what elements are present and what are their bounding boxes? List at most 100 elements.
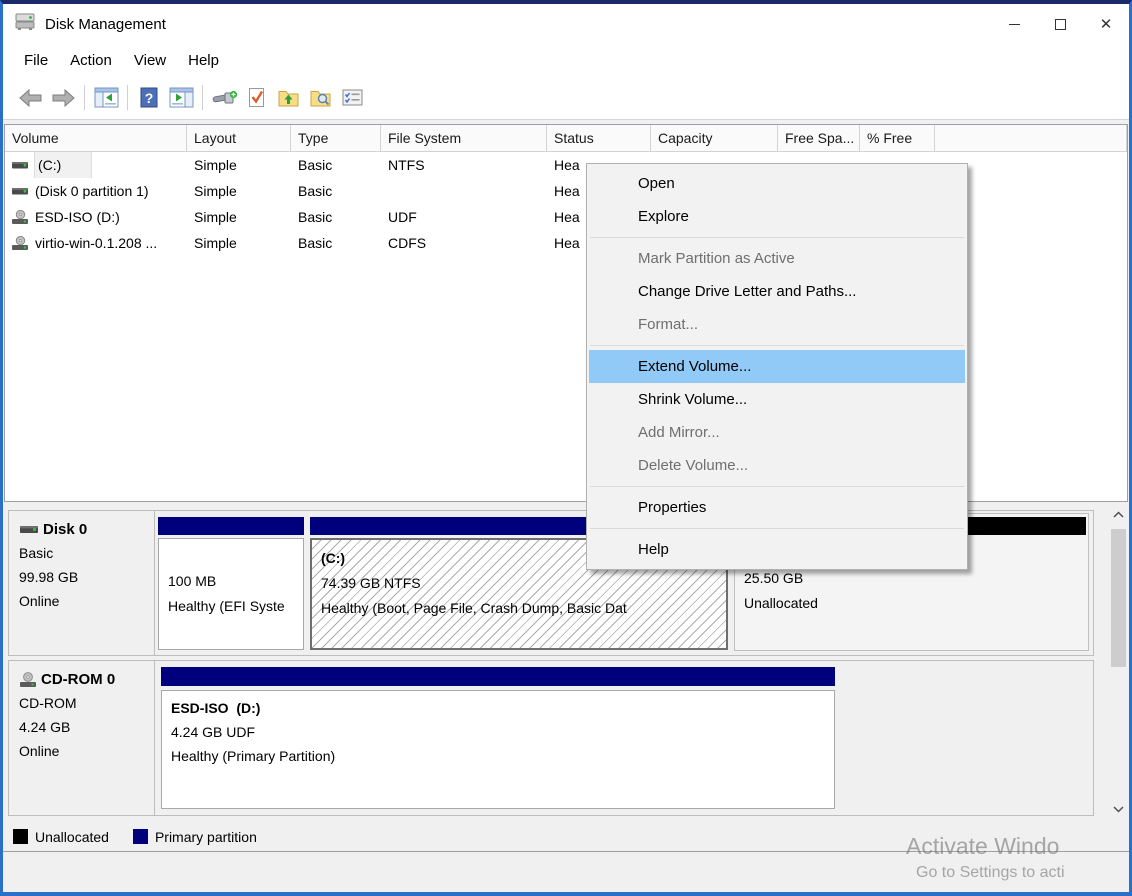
menu-file[interactable]: File bbox=[13, 47, 59, 74]
column-header-status[interactable]: Status bbox=[547, 125, 651, 152]
menu-item-properties[interactable]: Properties bbox=[589, 491, 965, 524]
status-bar bbox=[3, 852, 1129, 892]
maximize-button[interactable] bbox=[1037, 4, 1083, 44]
partition-status: Healthy (EFI Syste bbox=[168, 594, 299, 619]
show-action-pane-icon bbox=[169, 87, 194, 108]
file-system-cell bbox=[381, 178, 547, 204]
menu-item-help[interactable]: Help bbox=[589, 533, 965, 566]
scroll-up-button[interactable] bbox=[1110, 506, 1127, 523]
volume-name: virtio-win-0.1.208 ... bbox=[35, 230, 157, 256]
task-list-button[interactable] bbox=[336, 83, 368, 113]
folder-up-button[interactable] bbox=[272, 83, 304, 113]
toolbar-separator bbox=[84, 85, 85, 110]
minimize-icon bbox=[1009, 24, 1020, 25]
partition-size: 100 MB bbox=[168, 569, 299, 594]
chevron-down-icon bbox=[1113, 806, 1124, 813]
layout-cell: Simple bbox=[187, 178, 291, 204]
menu-action[interactable]: Action bbox=[59, 47, 123, 74]
maximize-icon bbox=[1055, 19, 1066, 30]
menu-view[interactable]: View bbox=[123, 47, 177, 74]
cd-volume-icon bbox=[11, 236, 29, 251]
hdd-volume-icon bbox=[11, 185, 29, 197]
primary-partition-band bbox=[161, 667, 835, 686]
vertical-scrollbar[interactable] bbox=[1110, 503, 1127, 821]
partition-esd-iso[interactable]: ESD-ISO (D:) 4.24 GB UDF Healthy (Primar… bbox=[158, 661, 838, 815]
forward-button[interactable] bbox=[47, 83, 79, 113]
close-icon: ✕ bbox=[1100, 17, 1113, 32]
cdrom0-name: CD-ROM 0 bbox=[41, 671, 115, 688]
menu-separator bbox=[590, 486, 964, 487]
column-header-volume[interactable]: Volume bbox=[5, 125, 187, 152]
unallocated-swatch bbox=[13, 829, 28, 844]
menu-item-change-drive-letter-and-paths[interactable]: Change Drive Letter and Paths... bbox=[589, 275, 965, 308]
disk0-name: Disk 0 bbox=[43, 521, 87, 538]
cdrom0-label-panel[interactable]: CD-ROM 0 CD-ROM 4.24 GB Online bbox=[9, 661, 155, 815]
volume-name: (C:) bbox=[35, 152, 91, 178]
column-header-type[interactable]: Type bbox=[291, 125, 381, 152]
partition-efi[interactable]: 100 MB Healthy (EFI Syste bbox=[155, 511, 307, 655]
disk0-size: 99.98 GB bbox=[19, 565, 154, 589]
legend-unallocated-label: Unallocated bbox=[35, 829, 109, 845]
hdd-icon bbox=[19, 523, 39, 536]
close-button[interactable]: ✕ bbox=[1083, 4, 1129, 44]
volume-name: ESD-ISO (D:) bbox=[35, 204, 120, 230]
help-icon: ? bbox=[138, 87, 160, 108]
check-disk-button[interactable] bbox=[240, 83, 272, 113]
help-button[interactable]: ? bbox=[133, 83, 165, 113]
volume-context-menu: Open Explore Mark Partition as Active Ch… bbox=[586, 163, 968, 570]
menu-item-open[interactable]: Open bbox=[589, 167, 965, 200]
minimize-button[interactable] bbox=[991, 4, 1037, 44]
menu-help[interactable]: Help bbox=[177, 47, 230, 74]
file-system-cell: CDFS bbox=[381, 230, 547, 256]
forward-icon bbox=[50, 87, 76, 109]
primary-partition-swatch bbox=[133, 829, 148, 844]
cd-rom-icon bbox=[19, 672, 37, 688]
file-system-cell: NTFS bbox=[381, 152, 547, 178]
toolbar-separator bbox=[127, 85, 128, 110]
cdrom0-row: CD-ROM 0 CD-ROM 4.24 GB Online ESD-ISO (… bbox=[8, 660, 1094, 816]
column-header-percent-free[interactable]: % Free bbox=[860, 125, 935, 152]
layout-cell: Simple bbox=[187, 152, 291, 178]
disk-management-window: Disk Management ✕ File Action View Help bbox=[0, 0, 1132, 896]
toolbar: ? bbox=[3, 76, 1129, 120]
menu-item-mark-partition-as-active: Mark Partition as Active bbox=[589, 242, 965, 275]
show-console-tree-icon bbox=[94, 87, 119, 108]
back-button[interactable] bbox=[15, 83, 47, 113]
column-header-free-space[interactable]: Free Spa... bbox=[778, 125, 860, 152]
menu-separator bbox=[590, 237, 964, 238]
volume-name: (Disk 0 partition 1) bbox=[35, 178, 149, 204]
cdrom0-size: 4.24 GB bbox=[19, 715, 154, 739]
type-cell: Basic bbox=[291, 152, 381, 178]
title-bar: Disk Management ✕ bbox=[3, 4, 1129, 44]
hdd-volume-icon bbox=[11, 159, 29, 171]
layout-cell: Simple bbox=[187, 230, 291, 256]
show-action-pane-button[interactable] bbox=[165, 83, 197, 113]
scroll-down-button[interactable] bbox=[1110, 801, 1127, 818]
partition-status: Healthy (Boot, Page File, Crash Dump, Ba… bbox=[321, 596, 722, 621]
layout-cell: Simple bbox=[187, 204, 291, 230]
partition-size: 74.39 GB NTFS bbox=[321, 571, 722, 596]
menu-item-extend-volume[interactable]: Extend Volume... bbox=[589, 350, 965, 383]
folder-search-button[interactable] bbox=[304, 83, 336, 113]
menu-item-add-mirror: Add Mirror... bbox=[589, 416, 965, 449]
disk0-label-panel[interactable]: Disk 0 Basic 99.98 GB Online bbox=[9, 511, 155, 655]
type-cell: Basic bbox=[291, 230, 381, 256]
menu-item-explore[interactable]: Explore bbox=[589, 200, 965, 233]
column-header-layout[interactable]: Layout bbox=[187, 125, 291, 152]
scrollbar-thumb[interactable] bbox=[1111, 529, 1126, 667]
toolbar-separator bbox=[202, 85, 203, 110]
menu-separator bbox=[590, 345, 964, 346]
check-document-icon bbox=[246, 87, 267, 108]
device-console-button[interactable] bbox=[208, 83, 240, 113]
column-header-filler bbox=[935, 125, 1127, 152]
folder-up-icon bbox=[277, 87, 300, 108]
show-console-tree-button[interactable] bbox=[90, 83, 122, 113]
cdrom0-kind: CD-ROM bbox=[19, 691, 154, 715]
column-header-file-system[interactable]: File System bbox=[381, 125, 547, 152]
disk0-status: Online bbox=[19, 589, 154, 613]
menu-separator bbox=[590, 528, 964, 529]
legend-bar: Unallocated Primary partition bbox=[3, 822, 1129, 852]
column-header-capacity[interactable]: Capacity bbox=[651, 125, 778, 152]
app-icon bbox=[14, 11, 36, 37]
menu-item-shrink-volume[interactable]: Shrink Volume... bbox=[589, 383, 965, 416]
